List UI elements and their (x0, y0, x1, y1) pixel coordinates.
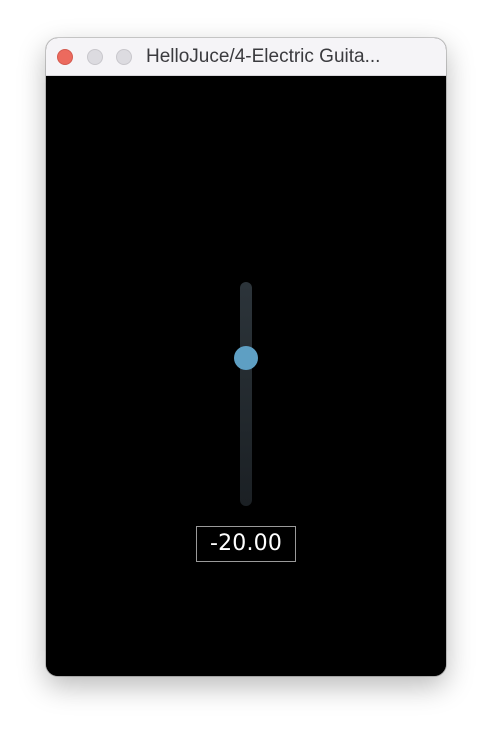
close-icon[interactable] (57, 49, 73, 65)
slider-value-box[interactable]: -20.00 (196, 526, 296, 562)
desktop-background: HelloJuce/4-Electric Guita... -20.00 (0, 0, 492, 730)
slider-thumb[interactable] (234, 346, 258, 371)
plugin-window: HelloJuce/4-Electric Guita... -20.00 (46, 38, 446, 676)
title-bar[interactable]: HelloJuce/4-Electric Guita... (46, 38, 446, 76)
gain-slider[interactable] (226, 276, 266, 512)
slider-track[interactable] (240, 282, 252, 506)
zoom-icon[interactable] (116, 49, 132, 65)
editor-content: -20.00 (46, 76, 446, 676)
window-title: HelloJuce/4-Electric Guita... (146, 46, 381, 67)
minimize-icon[interactable] (87, 49, 103, 65)
